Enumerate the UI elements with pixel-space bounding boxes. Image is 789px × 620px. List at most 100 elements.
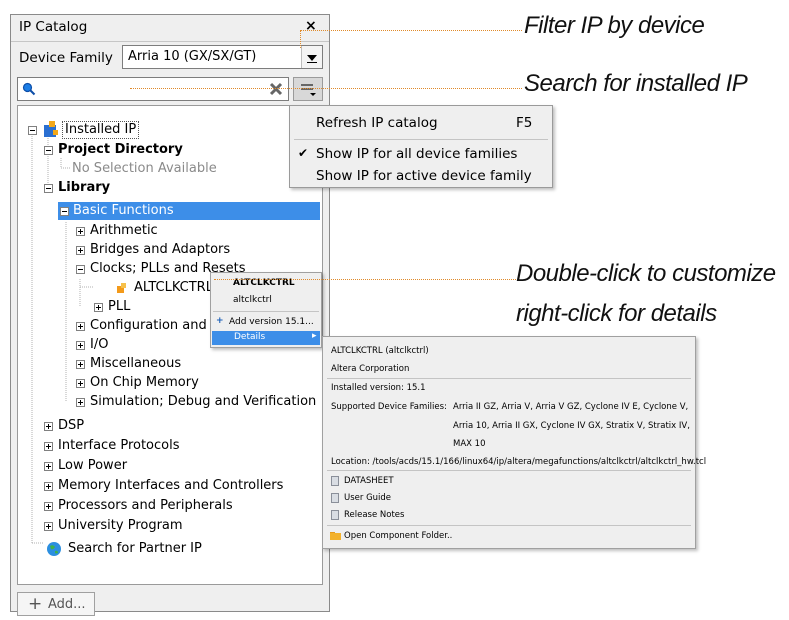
tree-item-label: PLL	[108, 299, 131, 314]
checkmark-icon: ✔	[298, 146, 309, 160]
plus-icon: +	[216, 316, 224, 326]
details-location: Location: /tools/acds/15.1/166/linux64/i…	[331, 457, 707, 467]
menu-item-active-family[interactable]: Show IP for active device family	[316, 168, 532, 184]
add-button[interactable]: + Add...	[17, 592, 95, 616]
expand-icon[interactable]	[44, 422, 53, 431]
annotation-line-search	[130, 88, 522, 89]
tree-item-label: DSP	[58, 418, 85, 433]
panel-title: IP Catalog	[19, 19, 88, 35]
tree-item-label: Processors and Peripherals	[58, 498, 233, 513]
annotation-search: Search for installed IP	[524, 70, 748, 97]
document-icon	[331, 493, 339, 503]
context-menu-subtitle: altclkctrl	[233, 295, 272, 305]
device-family-select[interactable]: Arria 10 (GX/SX/GT)	[122, 45, 323, 69]
details-vendor: Altera Corporation	[331, 364, 410, 374]
expand-icon[interactable]	[76, 398, 85, 407]
expand-icon[interactable]	[94, 303, 103, 312]
document-icon	[331, 476, 339, 486]
annotation-right-click: right-click for details	[516, 300, 717, 327]
expand-icon[interactable]	[44, 462, 53, 471]
annotation-double-click: Double-click to customize	[516, 260, 776, 287]
component-icon	[117, 283, 126, 293]
details-open-folder[interactable]: Open Component Folder..	[344, 531, 452, 541]
menu-shortcut-f5: F5	[516, 115, 533, 131]
tree-item-label: Simulation; Debug and Verification	[90, 394, 317, 409]
menu-item-label: Details	[234, 332, 266, 342]
menu-divider	[213, 311, 319, 312]
details-panel: ALTCLKCTRL (altclkctrl) Altera Corporati…	[322, 336, 706, 549]
context-menu: ALTCLKCTRL altclkctrl + Add version 15.1…	[210, 272, 322, 348]
annotation-line-filter-drop	[300, 30, 301, 48]
globe-icon	[47, 542, 61, 556]
tree-item-label: ALTCLKCTRL	[134, 280, 213, 295]
tree-item-label: No Selection Available	[72, 161, 217, 176]
expand-icon[interactable]	[76, 379, 85, 388]
details-name: ALTCLKCTRL (altclkctrl)	[331, 346, 429, 356]
filter-popup-menu: Refresh IP catalog F5 ✔ Show IP for all …	[289, 105, 553, 188]
menu-item-all-families[interactable]: Show IP for all device families	[316, 146, 517, 162]
collapse-icon[interactable]	[44, 184, 53, 193]
tree-item-label: Memory Interfaces and Controllers	[58, 478, 284, 493]
search-input[interactable]	[17, 77, 289, 101]
tree-item-label: Bridges and Adaptors	[90, 242, 231, 257]
details-supported-label: Supported Device Families:	[331, 402, 447, 412]
tree-item-label: University Program	[58, 518, 183, 533]
search-icon	[22, 82, 36, 96]
expand-icon[interactable]	[76, 341, 85, 350]
expand-icon[interactable]	[76, 322, 85, 331]
details-installed-version: Installed version: 15.1	[331, 383, 426, 393]
menu-item-refresh[interactable]: Refresh IP catalog	[316, 115, 438, 131]
tree-item-label: Configuration and Pr	[90, 318, 224, 333]
expand-icon[interactable]	[44, 522, 53, 531]
collapse-icon[interactable]	[44, 146, 53, 155]
details-release-notes-link[interactable]: Release Notes	[344, 510, 404, 520]
expand-icon[interactable]	[44, 442, 53, 451]
collapse-icon[interactable]	[60, 207, 69, 216]
device-family-label: Device Family	[19, 50, 113, 66]
details-divider	[327, 525, 691, 526]
dropdown-arrow-icon[interactable]	[301, 46, 322, 68]
expand-icon[interactable]	[76, 246, 85, 255]
clear-search-icon[interactable]	[269, 82, 283, 96]
menu-item-details[interactable]: Details ▸	[212, 331, 320, 345]
tree-item-label: On Chip Memory	[90, 375, 199, 390]
folder-icon	[330, 532, 341, 540]
details-families-line1: Arria II GZ, Arria V, Arria V GZ, Cyclon…	[453, 402, 689, 412]
device-family-value: Arria 10 (GX/SX/GT)	[128, 49, 257, 64]
collapse-icon[interactable]	[28, 126, 37, 135]
close-icon[interactable]: ×	[305, 18, 317, 34]
filter-menu-button[interactable]	[293, 77, 323, 101]
details-families-line3: MAX 10	[453, 439, 486, 449]
plus-icon: +	[28, 594, 43, 614]
collapse-icon[interactable]	[76, 265, 85, 274]
submenu-arrow-icon: ▸	[312, 331, 317, 341]
tree-item-basic-functions[interactable]: Basic Functions	[58, 202, 320, 220]
details-families-line2: Arria 10, Arria II GX, Cyclone IV GX, St…	[453, 421, 690, 431]
details-user-guide-link[interactable]: User Guide	[344, 493, 391, 503]
tree-item-label: Miscellaneous	[90, 356, 182, 371]
tree-item-label: Low Power	[58, 458, 128, 473]
title-bar: IP Catalog ×	[11, 15, 329, 42]
annotation-line-customize	[214, 279, 516, 280]
menu-item-add-version[interactable]: Add version 15.1...	[229, 317, 314, 327]
tree-item-label: Interface Protocols	[58, 438, 180, 453]
add-button-label: Add...	[48, 597, 86, 612]
details-datasheet-link[interactable]: DATASHEET	[344, 476, 394, 486]
tree-item-no-selection: No Selection Available	[72, 160, 217, 178]
tree-item-label: Project Directory	[58, 142, 183, 157]
annotation-filter: Filter IP by device	[524, 12, 705, 39]
tree-item-label: Basic Functions	[73, 203, 174, 218]
expand-icon[interactable]	[44, 502, 53, 511]
expand-icon[interactable]	[76, 227, 85, 236]
tree-item-label: Search for Partner IP	[68, 541, 202, 556]
menu-divider	[294, 139, 548, 140]
expand-icon[interactable]	[76, 360, 85, 369]
tree-item-label: Arithmetic	[90, 223, 158, 238]
menu-icon	[301, 84, 316, 96]
details-divider	[327, 378, 691, 379]
tree-item-label: Library	[58, 180, 111, 195]
puzzle-icon	[44, 121, 58, 137]
annotation-line-filter	[300, 30, 522, 31]
expand-icon[interactable]	[44, 482, 53, 491]
tree-item-label: Installed IP	[62, 121, 140, 139]
